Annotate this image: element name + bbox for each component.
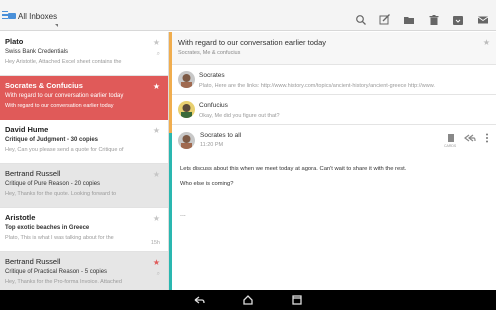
mailbox-title[interactable]: All Inboxes xyxy=(18,12,57,21)
cards-icon[interactable] xyxy=(446,133,456,143)
inbox-item-snippet: Plato, This is what I was talking about … xyxy=(5,235,114,241)
inbox-item-snippet: With regard to our conversation earlier … xyxy=(5,103,114,109)
message-preview: Plato, Here are the links: http://www.hi… xyxy=(199,83,435,89)
message-expanded: Socrates to all 11:20 PM CARDS Lets disc… xyxy=(172,125,496,290)
message-paragraph: Lets discuss about this when we meet tod… xyxy=(180,166,407,172)
message-collapsed[interactable]: Socrates Plato, Here are the links: http… xyxy=(172,65,496,95)
message-time: 11:20 PM xyxy=(200,142,224,148)
star-icon[interactable]: ★ xyxy=(153,82,160,91)
message-preview: Okay, Me did you figure out that? xyxy=(199,113,280,119)
inbox-item-subject: With regard to our conversation earlier … xyxy=(5,93,124,99)
folder-icon[interactable] xyxy=(403,14,415,26)
star-icon[interactable]: ★ xyxy=(153,126,160,135)
inbox-item-sender: David Hume xyxy=(5,125,49,134)
avatar xyxy=(178,71,195,88)
star-icon[interactable]: ★ xyxy=(483,38,490,47)
message-body: Lets discuss about this when we meet tod… xyxy=(180,165,490,195)
inbox-item-time: 15h xyxy=(150,240,160,246)
show-quoted-text-button[interactable]: ... xyxy=(180,211,186,218)
more-options-icon[interactable] xyxy=(485,133,489,143)
inbox-item-snippet: Hey Aristotle, Attached Excel sheet cont… xyxy=(5,59,122,65)
message-sender: Socrates to all xyxy=(200,132,242,139)
back-icon[interactable] xyxy=(192,294,206,306)
avatar xyxy=(178,101,195,118)
attachment-icon: ⌕ xyxy=(156,271,160,277)
inbox-item-subject: Top exotic beaches in Greece xyxy=(5,225,90,231)
message-paragraph: Who else is coming? xyxy=(180,181,234,187)
archive-icon[interactable] xyxy=(452,14,464,26)
inbox-list-item[interactable]: Socrates & Confucius With regard to our c… xyxy=(0,76,168,120)
inbox-list-item[interactable]: Bertrand Russell Critique of Practical Re… xyxy=(0,252,168,290)
inbox-item-sender: Plato xyxy=(5,37,24,46)
inbox-item-snippet: Hey, Thanks for the quote. Looking forwa… xyxy=(5,191,117,197)
top-app-bar: All Inboxes xyxy=(0,0,496,31)
mailbox-dropdown-caret-icon[interactable] xyxy=(55,24,58,27)
conversation-subject: With regard to our conversation earlier … xyxy=(178,38,326,47)
conversation-participants: Socrates, Me & confucius xyxy=(178,50,241,56)
inbox-item-sender: Aristotle xyxy=(5,213,36,222)
star-icon[interactable]: ★ xyxy=(153,214,160,223)
message-sender: Confucius xyxy=(199,102,228,109)
compose-icon[interactable] xyxy=(379,14,391,26)
mail-icon[interactable] xyxy=(477,14,489,26)
inbox-list[interactable]: Plato Swiss Bank Credentials Hey Aristotle… xyxy=(0,32,169,290)
inbox-list-item[interactable]: Plato Swiss Bank Credentials Hey Aristotle… xyxy=(0,32,168,76)
message-collapsed[interactable]: Confucius Okay, Me did you figure out th… xyxy=(172,95,496,125)
delete-icon[interactable] xyxy=(428,14,440,26)
inbox-item-snippet: Hey, Thanks for the Pro-forma Invoice. A… xyxy=(5,279,122,285)
conversation-header: With regard to our conversation earlier … xyxy=(172,32,496,65)
inbox-item-snippet: Hey, Can you please send a quote for Cri… xyxy=(5,147,124,153)
inbox-item-subject: Critique of Practical Reason - 5 copies xyxy=(5,269,108,275)
avatar xyxy=(178,132,195,149)
system-navigation-bar xyxy=(0,290,496,310)
inbox-list-item[interactable]: Bertrand Russell Critique of Pure Reason … xyxy=(0,164,168,208)
inbox-item-sender: Bertrand Russell xyxy=(5,257,61,266)
star-icon[interactable]: ★ xyxy=(153,38,160,47)
search-icon[interactable] xyxy=(355,14,367,26)
attachment-icon: ⌕ xyxy=(156,51,160,57)
reply-all-icon[interactable] xyxy=(464,133,476,143)
conversation-pane: With regard to our conversation earlier … xyxy=(172,32,496,290)
inbox-list-item[interactable]: David Hume Critique of Judgment - 30 copi… xyxy=(0,120,168,164)
home-icon[interactable] xyxy=(241,294,255,306)
inbox-item-sender: Socrates & Confucius xyxy=(5,81,83,90)
inbox-item-subject: Critique of Pure Reason - 20 copies xyxy=(5,181,101,187)
star-icon[interactable]: ★ xyxy=(153,258,160,267)
inbox-list-item[interactable]: Aristotle Top exotic beaches in Greece Pla… xyxy=(0,208,168,252)
inbox-item-subject: Critique of Judgment - 30 copies xyxy=(5,137,99,143)
inbox-item-subject: Swiss Bank Credentials xyxy=(5,49,69,55)
star-icon[interactable]: ★ xyxy=(153,170,160,179)
app-window: All Inboxes Plato Swiss Bank Credentials H… xyxy=(0,0,496,310)
inbox-item-sender: Bertrand Russell xyxy=(5,169,61,178)
cards-label: CARDS xyxy=(444,144,457,148)
message-sender: Socrates xyxy=(199,72,225,79)
inbox-envelope-icon xyxy=(8,13,16,19)
recents-icon[interactable] xyxy=(290,294,304,306)
